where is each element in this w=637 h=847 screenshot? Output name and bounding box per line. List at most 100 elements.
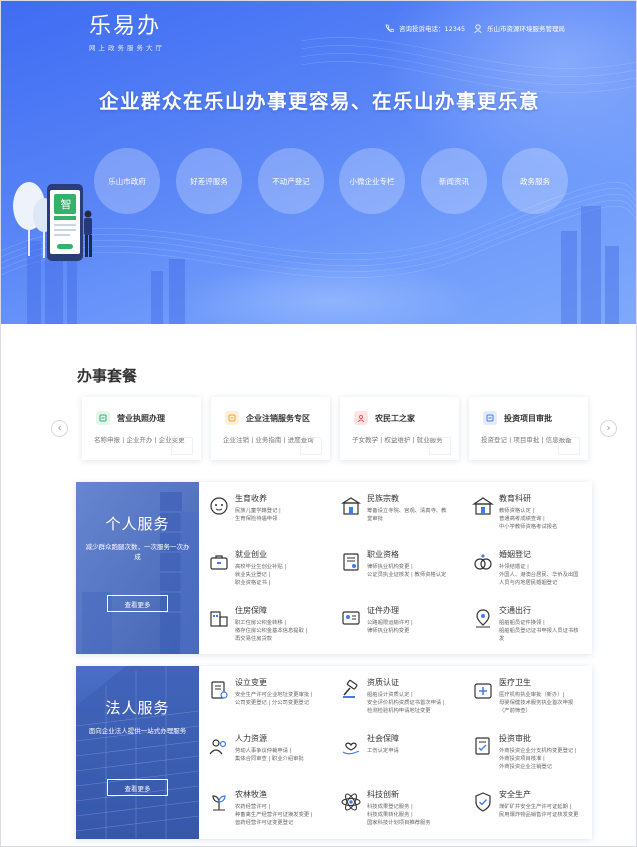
service-item-link[interactable]: 就业失业登记 |	[235, 570, 270, 578]
logo-title: 乐易办	[89, 14, 162, 39]
service-item-link[interactable]: 外商投资企业分支机构变更登记 |	[499, 746, 577, 754]
briefcase-icon	[210, 555, 228, 570]
service-item-name: 安全生产	[499, 790, 531, 799]
service-item-link[interactable]: 人员与内地居民婚姻登记	[499, 578, 557, 586]
package-card[interactable]: 企业注销服务专区 企业注销 | 业务指南 | 进度查询	[211, 397, 330, 460]
service-item[interactable]: 婚姻登记 补领结婚证 | 外国人、港澳台居民、华侨及出国 人员与内地居民婚姻登记	[472, 549, 600, 599]
service-item-link[interactable]: 集体合同审查 | 职业介绍审批	[235, 754, 304, 762]
nav-circle-evaluation[interactable]: 好差评服务	[176, 148, 242, 214]
service-item-link[interactable]: 公司变更登记 | 分公司变更登记	[235, 698, 309, 706]
service-item-name: 医疗卫生	[499, 678, 531, 687]
service-item[interactable]: 安全生产 煤矿矿井安全生产许可证延期 | 民用爆炸物品销售许可证核发变更	[472, 789, 600, 839]
id-card-icon	[342, 611, 360, 625]
baby-icon	[210, 497, 228, 515]
nav-circle-government[interactable]: 乐山市政府	[94, 148, 160, 214]
hand-heart-icon	[342, 742, 360, 755]
carousel-next-button[interactable]: ›	[600, 420, 617, 437]
service-item-link[interactable]: 工伤认定申请	[367, 746, 399, 754]
person-illustration	[84, 210, 92, 257]
service-item[interactable]: 医疗卫生 医疗机构执业审批（新办）| 母婴保健技术服务执业首次申报 （产前筛查）	[472, 677, 600, 727]
service-item[interactable]: 民族宗教 筹备设立寺院、宫观、清真寺、教 堂审批	[340, 493, 468, 543]
phone-icon	[385, 24, 394, 32]
watermark-icon	[429, 437, 451, 455]
service-item[interactable]: 资质认证 船舶设计资质认定 | 安全评价机构资质证书首次申请 | 检测检验机构申…	[340, 677, 468, 727]
service-item[interactable]: 交通出行 船舶船员证件换领 | 船舶船员登记证书申报人员证书核 发	[472, 605, 600, 655]
service-item-link[interactable]: 种畜禽生产经营许可证换发变更 |	[235, 810, 313, 818]
service-item-link[interactable]: 安全生产许可企业地址变更审批 |	[235, 690, 313, 698]
service-item[interactable]: 设立变更 安全生产许可企业地址变更审批 | 公司变更登记 | 分公司变更登记	[208, 677, 336, 727]
service-item[interactable]: 职业资格 律师执业机构变更 | 公证员执业证核发 | 教师资格认定	[340, 549, 468, 599]
service-item-link[interactable]: 安全评价机构资质证书首次申请 |	[367, 698, 445, 706]
service-item-link[interactable]: 再交易住房贷款	[235, 634, 272, 642]
service-item-link[interactable]: 船舶船员登记证书申报人员证书核	[499, 626, 578, 634]
service-item-link[interactable]: 缴存住房公积金基本信息提取 |	[235, 626, 307, 634]
service-item-link[interactable]: 煤矿矿井安全生产许可证延期 |	[499, 802, 571, 810]
service-item-link[interactable]: 检测检验机构申请地址变更	[367, 706, 431, 714]
personal-view-more-button[interactable]: 查看更多	[107, 595, 168, 612]
service-item[interactable]: 住房保障 职工住房公积金转移 | 缴存住房公积金基本信息提取 | 再交易住房贷款	[208, 605, 336, 655]
service-item[interactable]: 社会保障 工伤认定申请	[340, 733, 468, 783]
package-card[interactable]: 营业执照办理 名称申报 | 企业开办 | 企业变更	[82, 397, 201, 460]
carousel-prev-button[interactable]: ‹	[51, 420, 68, 437]
service-item-link[interactable]: 民用爆炸物品销售许可证核发变更	[499, 810, 578, 818]
logo-subtitle: 网上政务服务大厅	[89, 44, 165, 52]
nav-circle-gov-service[interactable]: 政务服务	[502, 148, 568, 214]
service-item-link[interactable]: 中小学教师资格考试报名	[499, 522, 557, 530]
service-item-link[interactable]: 职工住房公积金转移 |	[235, 618, 286, 626]
personal-service-desc: 减少群众跑腿次数，一次服务一次办成	[85, 543, 190, 561]
package-card[interactable]: 投资项目审批 投资登记 | 项目审批 | 信息报备	[469, 397, 588, 460]
service-item-link[interactable]: 民族儿童学籍登记 |	[235, 506, 281, 514]
service-item-link[interactable]: 外商投资企业注销登记	[499, 762, 552, 770]
service-item-link[interactable]: （产前筛查）	[499, 706, 531, 714]
package-card-title: 农民工之家	[375, 413, 415, 423]
nav-circle-real-estate[interactable]: 不动产登记	[258, 148, 324, 214]
site-logo[interactable]: 乐易办 网上政务服务大厅	[89, 14, 165, 52]
service-item-name: 社会保障	[367, 734, 399, 743]
service-item-link[interactable]: 发	[499, 634, 504, 642]
service-item[interactable]: 生育收养 民族儿童学籍登记 | 生育保险待遇申领	[208, 493, 336, 543]
service-item-link[interactable]: 公路超限运输许可 |	[367, 618, 413, 626]
service-item[interactable]: 就业创业 高校毕业生创业补贴 | 就业失业登记 | 职业资格证书 |	[208, 549, 336, 599]
service-item-link[interactable]: 律师执业机构变更	[367, 626, 409, 634]
service-item-link[interactable]: 劳动人事争议仲裁申请 |	[235, 746, 291, 754]
service-item-link[interactable]: 科技成果登记服务 |	[367, 802, 413, 810]
service-item-link[interactable]: 补领结婚证 |	[499, 562, 529, 570]
watermark-icon	[558, 437, 580, 455]
service-item-link[interactable]: 医疗机构执业审批（新办）|	[499, 690, 564, 698]
service-item-link[interactable]: 普通高考成绩查询 |	[499, 514, 545, 522]
nav-circle-news[interactable]: 新闻资讯	[421, 148, 487, 214]
service-item-link[interactable]: 船舶船员证件换领 |	[499, 618, 545, 626]
service-item-name: 人力资源	[235, 734, 267, 743]
service-item-link[interactable]: 教师资格认定 |	[499, 506, 534, 514]
marriage-icon	[474, 554, 492, 570]
service-item[interactable]: 教育科研 教师资格认定 | 普通高考成绩查询 | 中小学教师资格考试报名	[472, 493, 600, 543]
service-item-link[interactable]: 筹备设立寺院、宫观、清真寺、教	[367, 506, 446, 514]
service-item[interactable]: 投资审批 外商投资企业分支机构变更登记 | 外商投资项目核准 | 外商投资企业注…	[472, 733, 600, 783]
chevron-right-icon: ›	[606, 423, 611, 434]
service-item-link[interactable]: 国家科技计划项目推荐服务	[367, 818, 431, 826]
package-card[interactable]: 农民工之家 子女教学 | 权益维护 | 就业服务	[340, 397, 459, 460]
service-item-link[interactable]: 船舶设计资质认定 |	[367, 690, 413, 698]
license-icon	[96, 411, 110, 425]
nav-circle-small-business[interactable]: 小微企业专栏	[339, 148, 405, 214]
service-item-link[interactable]: 堂审批	[367, 514, 383, 522]
service-item-link[interactable]: 外国人、港澳台居民、华侨及出国	[499, 570, 578, 578]
temple-icon	[340, 497, 362, 515]
service-item-link[interactable]: 农药经营许可 |	[235, 802, 270, 810]
service-item-link[interactable]: 兽药经营许可证变更登记	[235, 818, 293, 826]
service-item[interactable]: 证件办理 公路超限运输许可 | 律师执业机构变更	[340, 605, 468, 655]
service-item[interactable]: 人力资源 劳动人事争议仲裁申请 | 集体合同审查 | 职业介绍审批	[208, 733, 336, 783]
service-item-link[interactable]: 律师执业机构变更 |	[367, 562, 413, 570]
service-item[interactable]: 科技创新 科技成果登记服务 | 科技成果转化服务 | 国家科技计划项目推荐服务	[340, 789, 468, 839]
service-item-link[interactable]: 生育保险待遇申领	[235, 514, 277, 522]
user-account[interactable]: 乐山市资源环境服务管理局	[474, 23, 565, 33]
service-item[interactable]: 农林牧渔 农药经营许可 | 种畜禽生产经营许可证换发变更 | 兽药经营许可证变更…	[208, 789, 336, 839]
service-item-link[interactable]: 高校毕业生创业补贴 |	[235, 562, 286, 570]
service-item-link[interactable]: 公证员执业证核发 | 教师资格认定	[367, 570, 446, 578]
service-item-link[interactable]: 职业资格证书 |	[235, 578, 270, 586]
service-item-link[interactable]: 科技成果转化服务 |	[367, 810, 413, 818]
register-icon	[211, 681, 228, 699]
legal-view-more-button[interactable]: 查看更多	[107, 779, 168, 796]
service-item-link[interactable]: 母婴保健技术服务执业首次申报	[499, 698, 573, 706]
service-item-link[interactable]: 外商投资项目核准 |	[499, 754, 545, 762]
